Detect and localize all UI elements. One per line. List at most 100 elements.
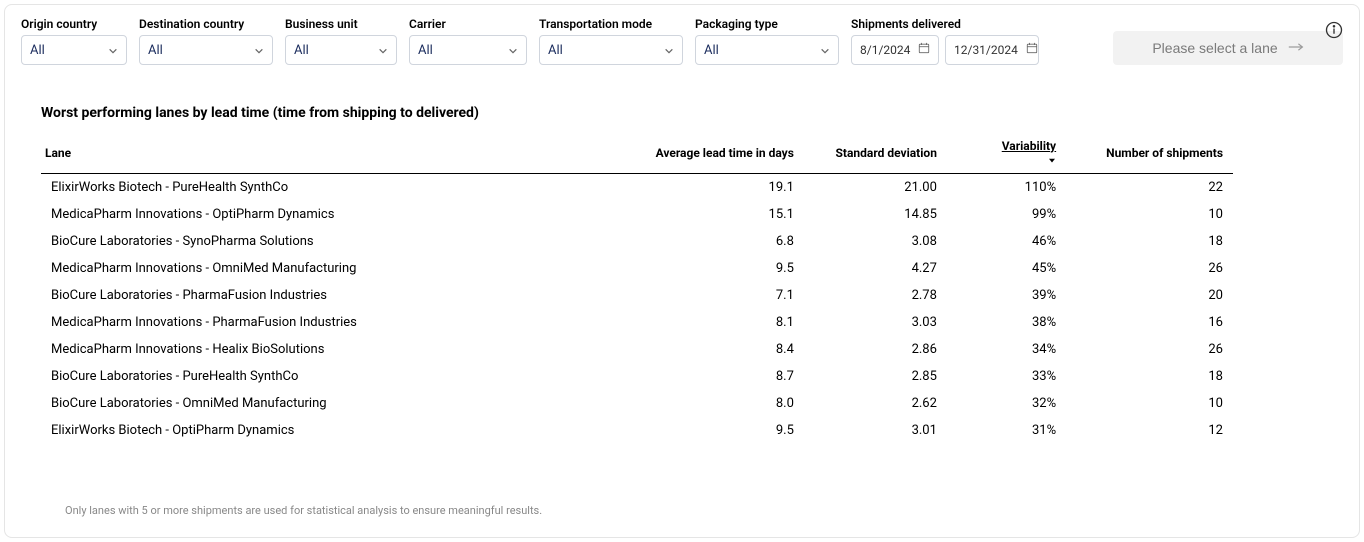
select-value: All [704, 43, 719, 58]
table-row[interactable]: MedicaPharm Innovations - OmniMed Manufa… [41, 255, 1233, 282]
table-row[interactable]: ElixirWorks Biotech - OptiPharm Dynamics… [41, 417, 1233, 444]
table-row[interactable]: BioCure Laboratories - PharmaFusion Indu… [41, 282, 1233, 309]
cell-std-dev: 14.85 [804, 201, 947, 228]
chevron-down-icon [254, 45, 264, 55]
table-row[interactable]: MedicaPharm Innovations - Healix BioSolu… [41, 336, 1233, 363]
packaging-type-select[interactable]: All [695, 35, 839, 65]
table-row[interactable]: MedicaPharm Innovations - OptiPharm Dyna… [41, 201, 1233, 228]
cell-variability: 32% [947, 390, 1066, 417]
origin-country-select[interactable]: All [21, 35, 127, 65]
cell-lead-time: 9.5 [637, 255, 804, 282]
date-to-input[interactable]: 12/31/2024 [945, 35, 1039, 65]
table-footnote: Only lanes with 5 or more shipments are … [41, 504, 1233, 517]
date-from-input[interactable]: 8/1/2024 [851, 35, 939, 65]
info-icon[interactable] [1325, 21, 1343, 43]
cell-lane: BioCure Laboratories - PureHealth SynthC… [41, 363, 637, 390]
cell-variability: 99% [947, 201, 1066, 228]
cell-std-dev: 2.62 [804, 390, 947, 417]
select-value: All [418, 43, 433, 58]
cell-variability: 34% [947, 336, 1066, 363]
filters-row: Origin country All Destination country A… [21, 17, 1343, 65]
cell-std-dev: 2.85 [804, 363, 947, 390]
filter-label: Transportation mode [539, 17, 683, 31]
cell-lane: MedicaPharm Innovations - PharmaFusion I… [41, 309, 637, 336]
cell-lead-time: 7.1 [637, 282, 804, 309]
chevron-down-icon [378, 45, 388, 55]
table-title: Worst performing lanes by lead time (tim… [41, 105, 1233, 121]
cell-lane: BioCure Laboratories - PharmaFusion Indu… [41, 282, 637, 309]
cell-lane: ElixirWorks Biotech - PureHealth SynthCo [41, 174, 637, 202]
cell-lead-time: 8.4 [637, 336, 804, 363]
filter-label: Business unit [285, 17, 397, 31]
cell-lane: MedicaPharm Innovations - OptiPharm Dyna… [41, 201, 637, 228]
filter-label: Packaging type [695, 17, 839, 31]
filter-destination-country: Destination country All [139, 17, 273, 65]
cell-variability: 31% [947, 417, 1066, 444]
cell-std-dev: 2.78 [804, 282, 947, 309]
cell-lane: ElixirWorks Biotech - OptiPharm Dynamics [41, 417, 637, 444]
chevron-down-icon [820, 45, 830, 55]
table-row[interactable]: BioCure Laboratories - SynoPharma Soluti… [41, 228, 1233, 255]
lanes-table: Lane Average lead time in days Standard … [41, 133, 1233, 444]
cell-std-dev: 3.01 [804, 417, 947, 444]
cell-variability: 45% [947, 255, 1066, 282]
cell-shipments: 20 [1066, 282, 1233, 309]
table-row[interactable]: BioCure Laboratories - PureHealth SynthC… [41, 363, 1233, 390]
cell-std-dev: 21.00 [804, 174, 947, 202]
filter-packaging-type: Packaging type All [695, 17, 839, 65]
transport-mode-select[interactable]: All [539, 35, 683, 65]
destination-country-select[interactable]: All [139, 35, 273, 65]
select-value: All [148, 43, 163, 58]
col-header-variability[interactable]: Variability [947, 133, 1066, 174]
chevron-down-icon [508, 45, 518, 55]
cell-shipments: 10 [1066, 201, 1233, 228]
cell-lead-time: 9.5 [637, 417, 804, 444]
cell-lead-time: 15.1 [637, 201, 804, 228]
cell-variability: 33% [947, 363, 1066, 390]
select-lane-button[interactable]: Please select a lane [1113, 31, 1343, 65]
cell-shipments: 10 [1066, 390, 1233, 417]
col-header-std-dev[interactable]: Standard deviation [804, 133, 947, 174]
chevron-down-icon [108, 45, 118, 55]
table-section: Worst performing lanes by lead time (tim… [21, 105, 1343, 517]
table-row[interactable]: ElixirWorks Biotech - PureHealth SynthCo… [41, 174, 1233, 202]
filter-business-unit: Business unit All [285, 17, 397, 65]
cell-shipments: 26 [1066, 255, 1233, 282]
cell-variability: 46% [947, 228, 1066, 255]
filter-shipments-delivered: Shipments delivered 8/1/2024 12/31/2024 [851, 17, 1039, 65]
dashboard-card: Origin country All Destination country A… [4, 4, 1360, 538]
cell-lead-time: 6.8 [637, 228, 804, 255]
business-unit-select[interactable]: All [285, 35, 397, 65]
cell-shipments: 12 [1066, 417, 1233, 444]
filter-transportation-mode: Transportation mode All [539, 17, 683, 65]
col-header-lane[interactable]: Lane [41, 133, 637, 174]
date-value: 12/31/2024 [954, 43, 1018, 57]
cell-std-dev: 3.08 [804, 228, 947, 255]
arrow-right-icon [1288, 40, 1304, 56]
cell-shipments: 26 [1066, 336, 1233, 363]
cell-shipments: 18 [1066, 228, 1233, 255]
cell-lane: BioCure Laboratories - OmniMed Manufactu… [41, 390, 637, 417]
table-row[interactable]: MedicaPharm Innovations - PharmaFusion I… [41, 309, 1233, 336]
cell-std-dev: 2.86 [804, 336, 947, 363]
filter-label: Carrier [409, 17, 527, 31]
carrier-select[interactable]: All [409, 35, 527, 65]
cell-variability: 39% [947, 282, 1066, 309]
chevron-down-icon [664, 45, 674, 55]
select-value: All [548, 43, 563, 58]
cell-lead-time: 8.1 [637, 309, 804, 336]
cell-shipments: 16 [1066, 309, 1233, 336]
cell-variability: 38% [947, 309, 1066, 336]
select-value: All [294, 43, 309, 58]
header-text: Variability [1002, 139, 1056, 153]
cell-lead-time: 8.0 [637, 390, 804, 417]
col-header-lead-time[interactable]: Average lead time in days [637, 133, 804, 174]
cell-shipments: 22 [1066, 174, 1233, 202]
filter-label: Destination country [139, 17, 273, 31]
col-header-shipments[interactable]: Number of shipments [1066, 133, 1233, 174]
cell-lead-time: 8.7 [637, 363, 804, 390]
filter-label: Origin country [21, 17, 127, 31]
cell-lane: BioCure Laboratories - SynoPharma Soluti… [41, 228, 637, 255]
sort-desc-icon [1048, 153, 1056, 167]
table-row[interactable]: BioCure Laboratories - OmniMed Manufactu… [41, 390, 1233, 417]
